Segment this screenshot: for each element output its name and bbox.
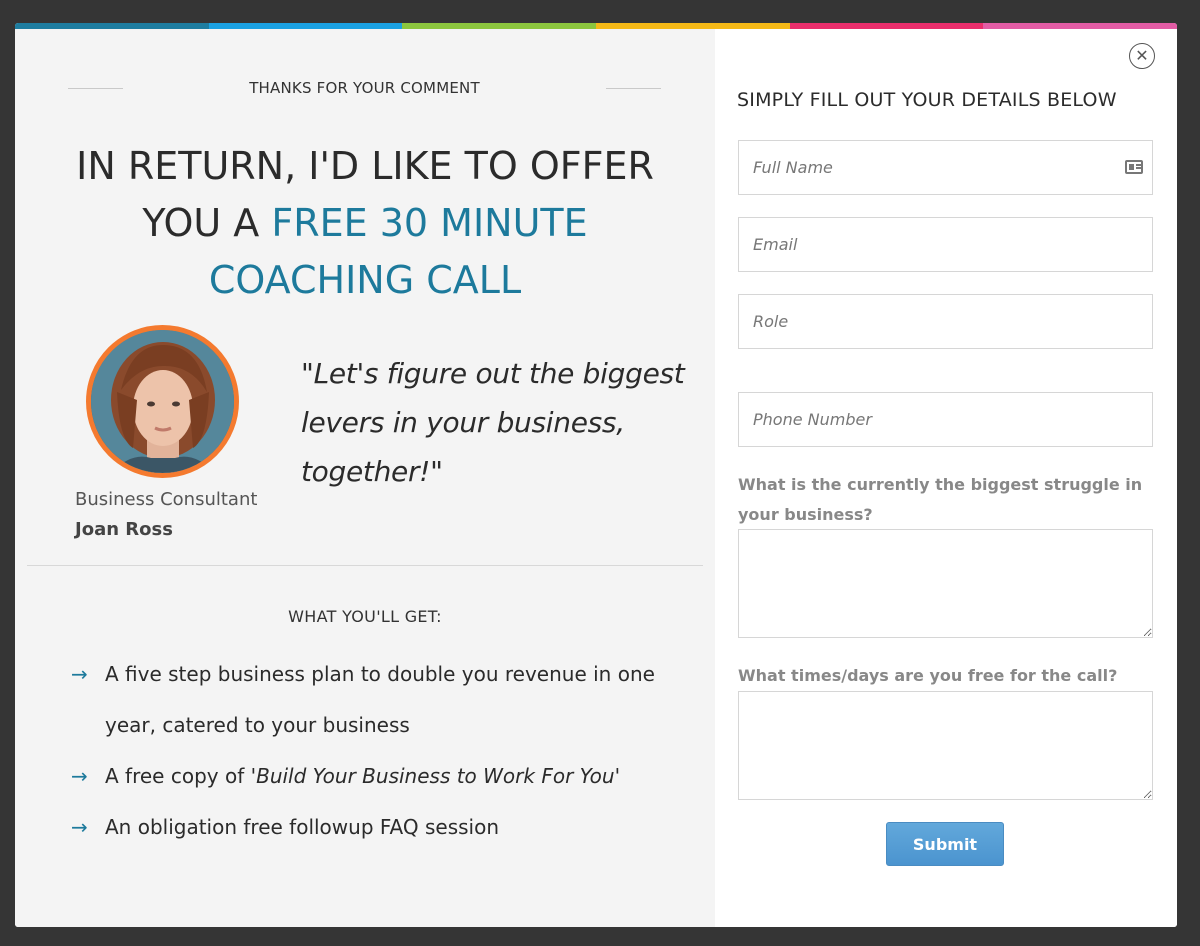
form-panel: ✕ SIMPLY FILL OUT YOUR DETAILS BELOW Wha… <box>715 29 1177 927</box>
thanks-row: THANKS FOR YOUR COMMENT <box>68 79 661 101</box>
role-input[interactable] <box>738 294 1153 349</box>
struggle-textarea[interactable] <box>738 529 1153 638</box>
consultant-role: Business Consultant <box>75 489 258 510</box>
benefit-text: An obligation free followup FAQ session <box>105 815 500 839</box>
contact-card-icon <box>1125 160 1143 174</box>
struggle-label: What is the currently the biggest strugg… <box>738 475 1143 524</box>
benefit-text-pre: A free copy of ' <box>105 764 257 788</box>
thanks-heading: THANKS FOR YOUR COMMENT <box>249 79 480 97</box>
consultant-name: Joan Ross <box>75 519 173 540</box>
list-item: → An obligation free followup FAQ sessio… <box>71 802 691 853</box>
benefit-text-post: ' <box>614 764 621 788</box>
arrow-right-icon: → <box>71 662 88 686</box>
offer-panel: THANKS FOR YOUR COMMENT IN RETURN, I'D L… <box>15 29 715 927</box>
benefits-heading: WHAT YOU'LL GET: <box>288 607 442 626</box>
benefit-text: A five step business plan to double you … <box>105 662 655 737</box>
list-item: → A five step business plan to double yo… <box>71 649 691 751</box>
email-input[interactable] <box>738 217 1153 272</box>
thanks-rule-right <box>606 88 661 89</box>
times-textarea[interactable] <box>738 691 1153 800</box>
list-item: → A free copy of 'Build Your Business to… <box>71 751 691 802</box>
testimonial-quote: "Let's figure out the biggest levers in … <box>301 357 685 488</box>
book-title: Build Your Business to Work For You <box>256 764 615 788</box>
submit-button[interactable]: Submit <box>886 822 1004 866</box>
close-button[interactable]: ✕ <box>1129 43 1155 69</box>
form-title: SIMPLY FILL OUT YOUR DETAILS BELOW <box>737 89 1117 111</box>
arrow-right-icon: → <box>71 815 88 839</box>
phone-input[interactable] <box>738 392 1153 447</box>
times-label: What times/days are you free for the cal… <box>738 666 1118 685</box>
avatar <box>86 325 239 478</box>
avatar-image <box>91 330 234 473</box>
divider <box>27 565 703 566</box>
modal-dialog: THANKS FOR YOUR COMMENT IN RETURN, I'D L… <box>15 23 1177 927</box>
offer-headline: IN RETURN, I'D LIKE TO OFFER YOU A FREE … <box>45 138 685 309</box>
full-name-input[interactable] <box>738 140 1153 195</box>
arrow-right-icon: → <box>71 764 88 788</box>
close-icon: ✕ <box>1135 46 1149 65</box>
benefits-list: → A five step business plan to double yo… <box>71 649 691 853</box>
